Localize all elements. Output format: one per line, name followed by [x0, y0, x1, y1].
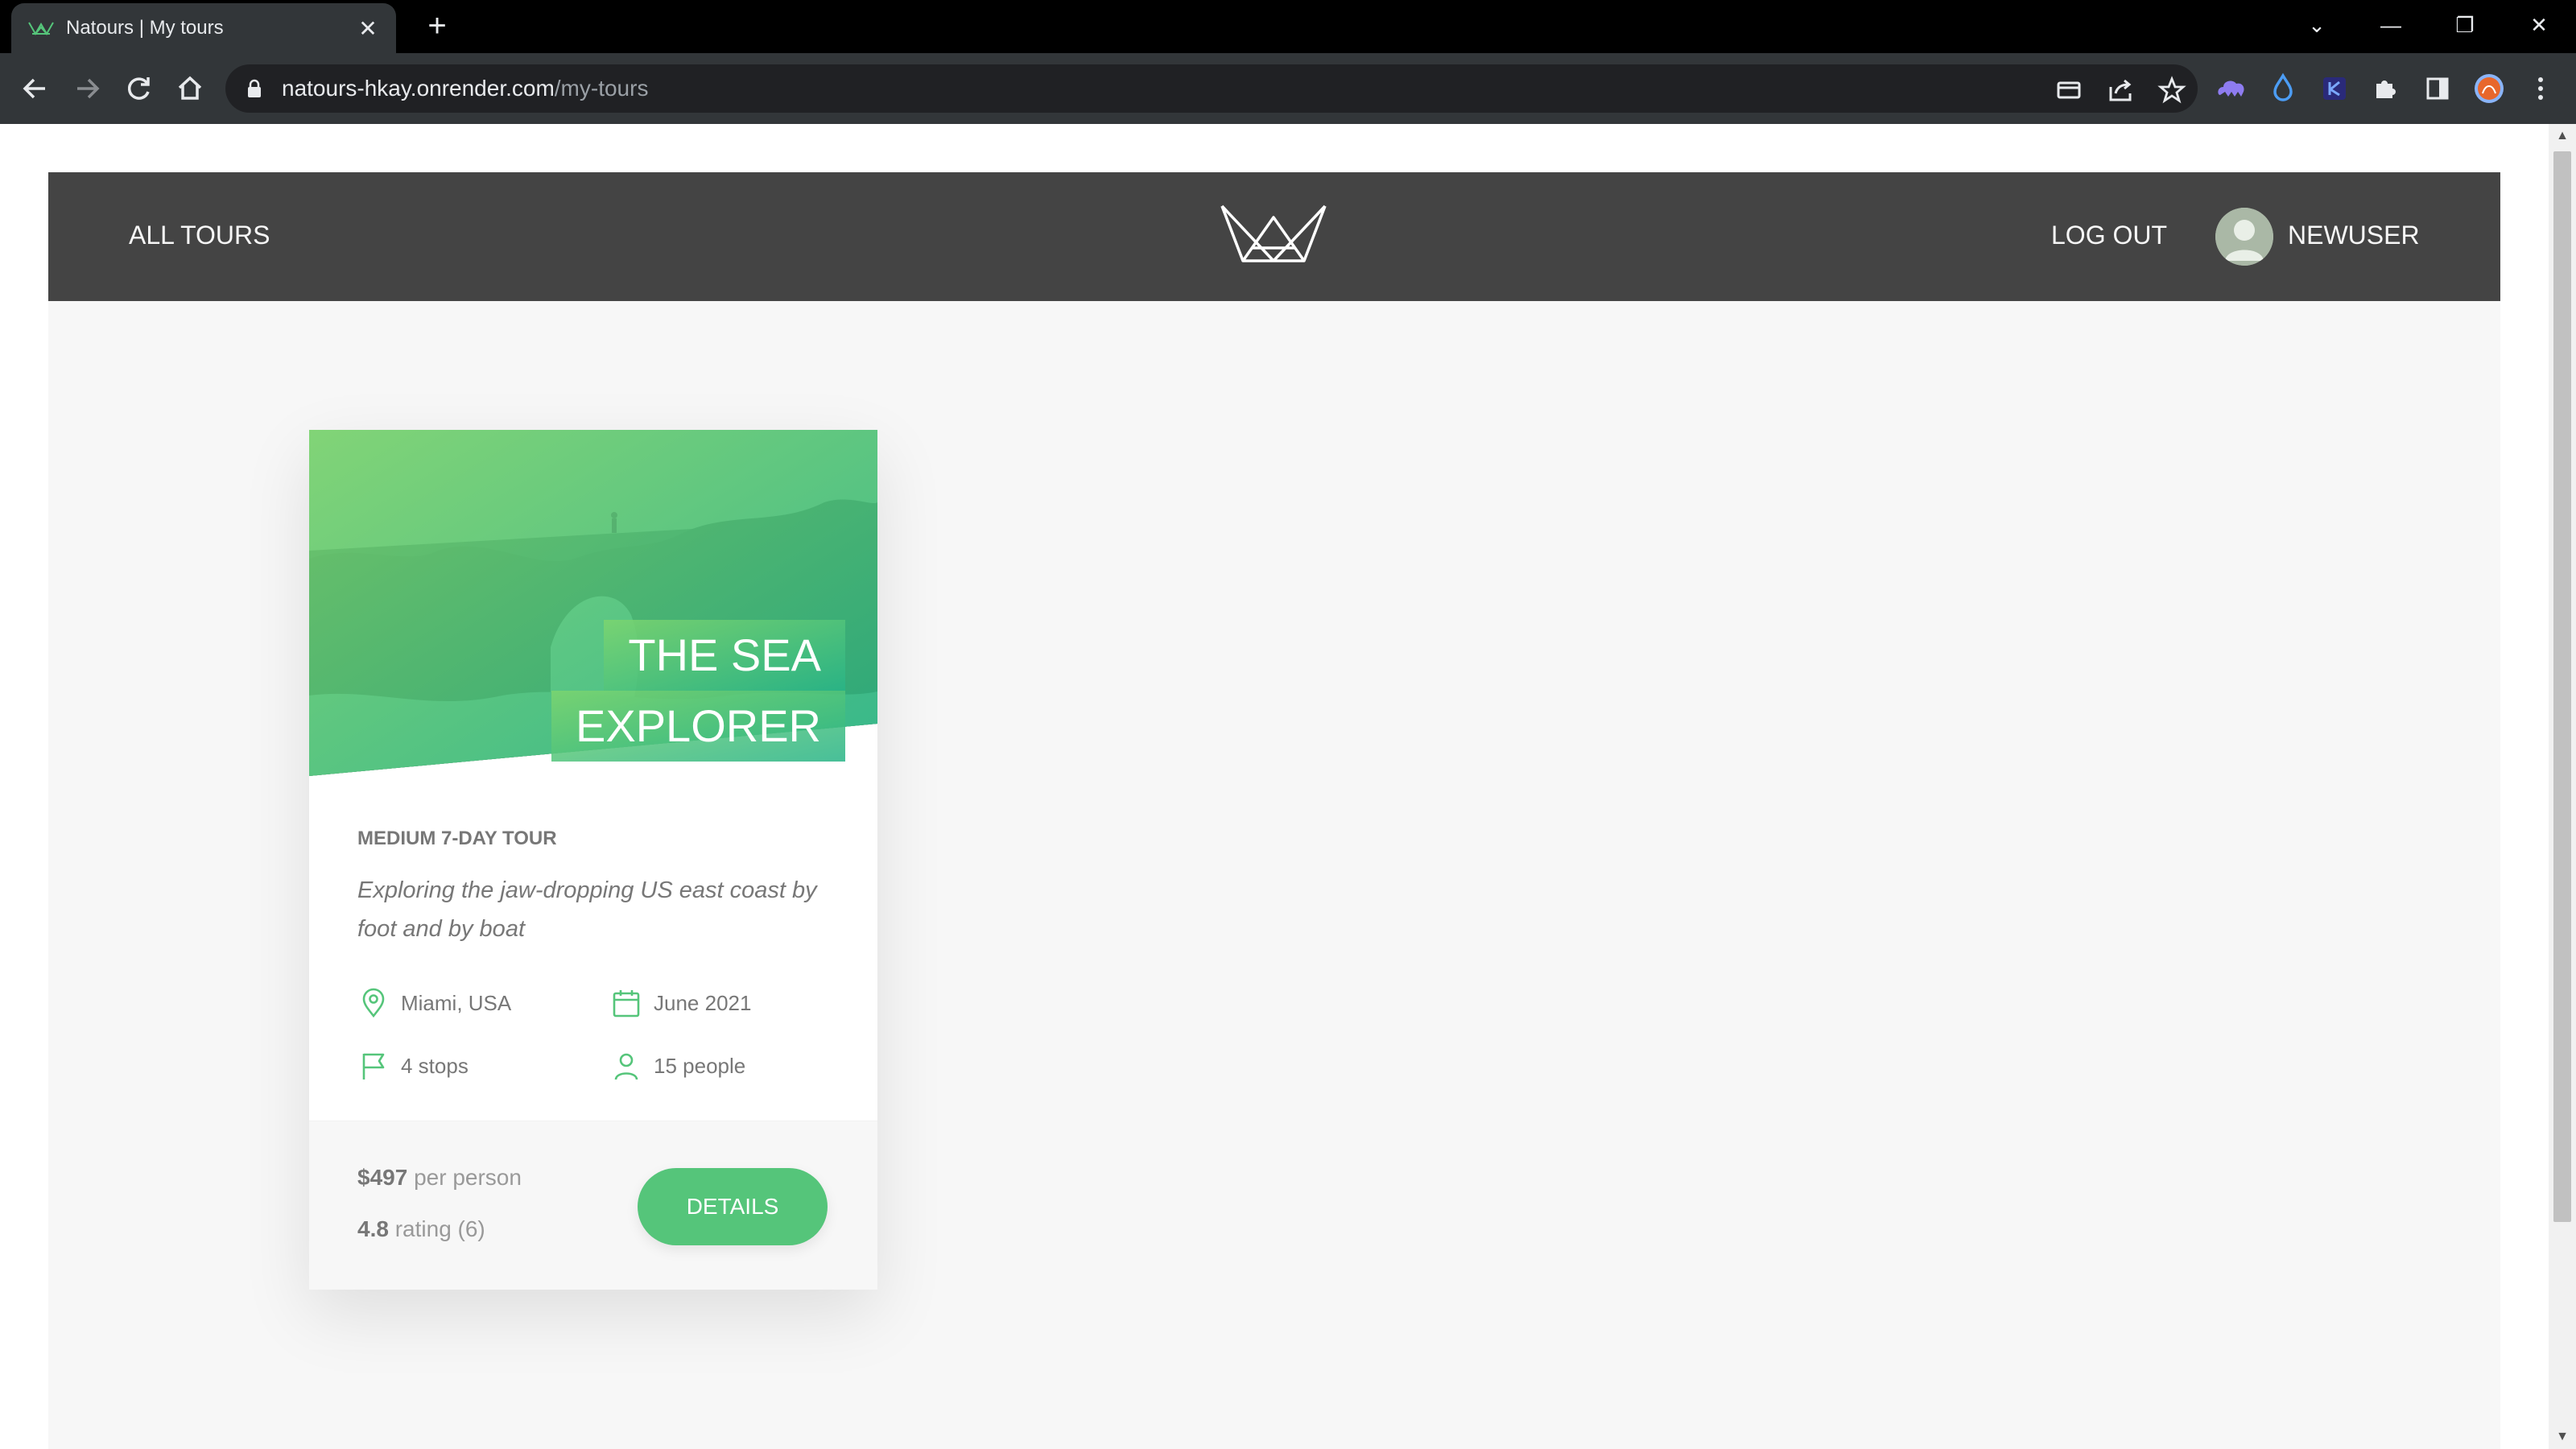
tour-stops: 4 stops: [357, 1050, 469, 1082]
tour-location-text: Miami, USA: [401, 990, 512, 1015]
address-bar[interactable]: natours-hkay.onrender.com/my-tours: [225, 64, 2198, 113]
tab-search-icon[interactable]: ⌄: [2294, 6, 2339, 43]
tour-price-label: per person: [414, 1165, 522, 1190]
browser-tab-strip: Natours | My tours ✕ + ⌄ — ❐ ✕: [0, 0, 2576, 53]
page-scrollbar[interactable]: ▲ ▼: [2549, 124, 2576, 1449]
browser-toolbar: natours-hkay.onrender.com/my-tours: [0, 53, 2576, 124]
flag-icon: [362, 1053, 385, 1080]
details-button[interactable]: DETAILS: [638, 1168, 828, 1245]
tour-rating-value: 4.8: [357, 1216, 389, 1241]
page-viewport: ALL TOURS LOG OUT NEWUSER THE SEA EXPLOR…: [0, 124, 2576, 1449]
extension-cloud-icon[interactable]: [2212, 69, 2251, 108]
site-header: ALL TOURS LOG OUT NEWUSER: [48, 172, 2500, 301]
new-tab-button[interactable]: +: [419, 8, 456, 45]
tour-rating: 4.8 rating (6): [357, 1216, 485, 1242]
browser-menu-icon[interactable]: [2521, 69, 2560, 108]
tour-location: Miami, USA: [357, 987, 511, 1019]
nav-logout-link[interactable]: LOG OUT: [2051, 221, 2167, 250]
lock-icon: [248, 79, 261, 97]
natours-favicon-icon: [28, 22, 54, 35]
tab-close-icon[interactable]: ✕: [356, 15, 380, 42]
side-panel-icon[interactable]: [2418, 69, 2457, 108]
tour-stops-text: 4 stops: [401, 1053, 469, 1078]
tour-people: 15 people: [610, 1050, 745, 1082]
card-icon[interactable]: [2053, 74, 2085, 106]
tour-card-footer: $497 per person 4.8 rating (6) DETAILS: [309, 1121, 877, 1290]
restore-button[interactable]: ❐: [2442, 6, 2487, 43]
reload-button[interactable]: [119, 69, 158, 108]
user-avatar[interactable]: [2215, 208, 2273, 266]
forward-button[interactable]: [68, 69, 106, 108]
map-pin-icon: [362, 988, 385, 1018]
user-icon: [614, 1053, 638, 1080]
bookmark-star-icon[interactable]: [2156, 74, 2188, 106]
extension-k-icon[interactable]: [2315, 69, 2354, 108]
arrow-right-icon: [77, 78, 100, 99]
nav-user-name[interactable]: NEWUSER: [2288, 221, 2420, 250]
scroll-up-icon[interactable]: ▲: [2549, 124, 2576, 148]
tour-rating-label: rating (6): [394, 1216, 485, 1241]
tab-title: Natours | My tours: [66, 17, 224, 39]
site-container: ALL TOURS LOG OUT NEWUSER THE SEA EXPLOR…: [48, 172, 2500, 1449]
url-host: natours-hkay.onrender.com: [282, 76, 555, 101]
tour-card-image: THE SEA EXPLORER: [309, 430, 877, 784]
share-icon[interactable]: [2104, 74, 2136, 106]
tour-card-subheading: MEDIUM 7-DAY TOUR: [357, 828, 557, 849]
close-window-button[interactable]: ✕: [2516, 6, 2562, 43]
extension-drop-icon[interactable]: [2264, 69, 2302, 108]
url-text: natours-hkay.onrender.com/my-tours: [282, 76, 648, 101]
tour-price: $497 per person: [357, 1165, 522, 1191]
back-button[interactable]: [16, 69, 55, 108]
scrollbar-thumb[interactable]: [2553, 151, 2571, 1222]
home-button[interactable]: [171, 69, 209, 108]
reload-icon: [127, 77, 150, 100]
url-path: /my-tours: [554, 76, 649, 101]
tour-date: June 2021: [610, 987, 751, 1019]
user-silhouette-icon: [2215, 208, 2273, 266]
nav-all-tours-link[interactable]: ALL TOURS: [129, 221, 270, 250]
tour-card: THE SEA EXPLORER MEDIUM 7-DAY TOUR Explo…: [309, 430, 877, 1290]
scroll-down-icon[interactable]: ▼: [2549, 1425, 2576, 1449]
tour-card-title: THE SEA EXPLORER: [551, 620, 845, 762]
tour-people-text: 15 people: [654, 1053, 746, 1078]
home-icon: [178, 76, 202, 100]
tour-card-summary: Exploring the jaw-dropping US east coast…: [357, 877, 817, 942]
tour-title-line2: EXPLORER: [551, 691, 845, 762]
tour-price-value: $497: [357, 1165, 408, 1190]
arrow-left-icon: [23, 78, 45, 99]
extensions-puzzle-icon[interactable]: [2367, 69, 2405, 108]
profile-avatar-icon[interactable]: [2470, 69, 2508, 108]
browser-tab[interactable]: Natours | My tours ✕: [11, 3, 396, 53]
natours-logo-icon: [1220, 204, 1327, 262]
tour-title-line1: THE SEA: [604, 620, 845, 691]
tour-date-text: June 2021: [654, 990, 752, 1015]
minimize-button[interactable]: —: [2368, 6, 2413, 43]
calendar-icon: [613, 990, 640, 1018]
